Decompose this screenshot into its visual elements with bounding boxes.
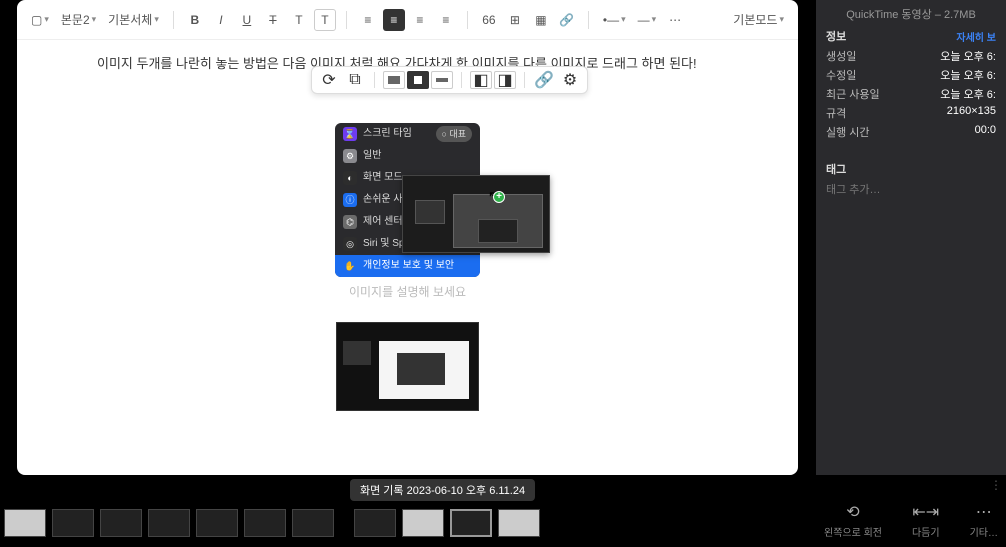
scroll-hint-icon: ⋮ — [990, 478, 1002, 492]
align-center-button[interactable]: ≡ — [383, 9, 405, 31]
more-button[interactable]: ⋯ — [664, 9, 686, 31]
loading-icon[interactable]: ⟳ — [318, 71, 340, 89]
separator — [467, 11, 468, 29]
editor-toolbar: ▢ ▾ 본문2 ▾ 기본서체 ▾ B I U T T T ≡ ≡ ≡ ≡ 66 … — [17, 0, 798, 40]
bold-button[interactable]: B — [184, 9, 206, 31]
settings-item-general[interactable]: ⚙ 일반 — [335, 145, 480, 167]
image-icon: ▢ — [31, 13, 42, 27]
insert-image-dropdown[interactable]: ▢ ▾ — [27, 9, 53, 31]
rotate-left-button[interactable]: ⟲ 왼쪽으로 회전 — [824, 502, 882, 539]
document-body[interactable]: 이미지 두개를 나란히 놓는 방법은 다음 이미지 처럼 해요 가다차게 한 이… — [17, 40, 798, 425]
table-button[interactable]: ▦ — [530, 9, 552, 31]
separator — [346, 11, 347, 29]
info-dimensions: 규격2160×135 — [826, 105, 996, 121]
editor-card: ▢ ▾ 본문2 ▾ 기본서체 ▾ B I U T T T ≡ ≡ ≡ ≡ 66 … — [17, 0, 798, 475]
trim-button[interactable]: ⇤⇥ 다듬기 — [912, 502, 940, 539]
list-ol-button[interactable]: —▾ — [634, 9, 661, 31]
thumbnail-tooltip: 화면 기록 2023-06-10 오후 6.11.24 — [350, 479, 535, 501]
image-slot-2[interactable] — [336, 322, 479, 411]
quick-actions: ⟲ 왼쪽으로 회전 ⇤⇥ 다듬기 ⋯ 기타… — [824, 502, 998, 539]
text-color-button[interactable]: T — [314, 9, 336, 31]
rotate-icon: ⟲ — [824, 502, 882, 522]
accessibility-icon: ⓘ — [343, 193, 357, 207]
screen-time-icon: ⌛ — [343, 127, 357, 141]
file-title: QuickTime 동영상 – 2.7MB — [826, 6, 996, 22]
info-created: 생성일오늘 오후 6: — [826, 48, 996, 64]
chevron-down-icon: ▾ — [44, 14, 49, 25]
inspector-panel: QuickTime 동영상 – 2.7MB 정보 자세히 보 생성일오늘 오후 … — [816, 0, 1006, 475]
wrap-group — [383, 71, 453, 89]
image-settings-button[interactable]: ⚙ — [559, 71, 581, 89]
info-lastused: 최근 사용일오늘 오후 6: — [826, 86, 996, 102]
section-tags-title: 태그 — [826, 161, 846, 177]
dock-thumb[interactable] — [498, 509, 540, 537]
float-group: ◧ ◨ — [470, 71, 516, 89]
dock-thumb[interactable] — [402, 509, 444, 537]
image-caption-placeholder[interactable]: 이미지를 설명해 보세요 — [97, 283, 718, 302]
italic-button[interactable]: I — [210, 9, 232, 31]
image-slot-1[interactable]: ⌛ 스크린 타임 ○ 대표 ⚙ 일반 ◐ 화면 모드 ⓘ 손쉬운 사용 ⌬ — [335, 123, 480, 277]
image-toolbar: ⟳ ⧉ ◧ ◨ 🔗 ⚙ — [311, 66, 588, 94]
chevron-down-icon: ▾ — [154, 14, 159, 25]
quote-button[interactable]: 66 — [478, 9, 500, 31]
separator — [374, 72, 375, 88]
dock-thumb[interactable] — [100, 509, 142, 537]
mode-dropdown[interactable]: 기본모드 ▾ — [729, 9, 788, 31]
more-actions-button[interactable]: ⋯ 기타… — [970, 502, 998, 539]
dock-thumb[interactable] — [450, 509, 492, 537]
dock-thumb[interactable] — [4, 509, 46, 537]
float-left-button[interactable]: ◧ — [470, 71, 492, 89]
wrap-full-button[interactable] — [383, 71, 405, 89]
soft-text-button[interactable]: T — [288, 9, 310, 31]
dock-thumb[interactable] — [52, 509, 94, 537]
trim-icon: ⇤⇥ — [912, 502, 940, 522]
chevron-down-icon: ▾ — [92, 14, 97, 25]
dock-thumb[interactable] — [292, 509, 334, 537]
display-icon: ◐ — [343, 171, 357, 185]
placeholder-icon[interactable]: ⧉ — [344, 71, 366, 89]
settings-item-privacy[interactable]: ✋ 개인정보 보호 및 보안 — [335, 255, 480, 277]
dock-thumb[interactable] — [354, 509, 396, 537]
siri-icon: ◎ — [343, 237, 357, 251]
code-block-button[interactable]: ⊞ — [504, 9, 526, 31]
separator — [524, 72, 525, 88]
dragged-thumbnail — [402, 175, 550, 253]
font-dropdown[interactable]: 기본서체 ▾ — [104, 9, 163, 31]
add-tag-button[interactable]: 태그 추가… — [826, 181, 996, 197]
link-button[interactable]: 🔗 — [556, 9, 578, 31]
representative-badge: ○ 대표 — [436, 126, 473, 142]
align-right-button[interactable]: ≡ — [409, 9, 431, 31]
image-link-button[interactable]: 🔗 — [533, 71, 555, 89]
gear-icon: ⚙ — [343, 149, 357, 163]
dock-thumb[interactable] — [148, 509, 190, 537]
detail-link[interactable]: 자세히 보 — [956, 29, 996, 44]
separator — [588, 11, 589, 29]
hand-icon: ✋ — [343, 259, 357, 273]
align-left-button[interactable]: ≡ — [357, 9, 379, 31]
dock-thumb[interactable] — [196, 509, 238, 537]
chevron-down-icon: ▾ — [779, 14, 784, 25]
separator — [173, 11, 174, 29]
info-duration: 실행 시간00:0 — [826, 124, 996, 140]
more-icon: ⋯ — [970, 502, 998, 522]
paragraph-style-dropdown[interactable]: 본문2 ▾ — [57, 9, 100, 31]
float-right-button[interactable]: ◨ — [494, 71, 516, 89]
wrap-wide-button[interactable] — [431, 71, 453, 89]
cursor-plus-icon: + — [493, 191, 505, 203]
section-info-title: 정보 — [826, 28, 846, 44]
settings-header: ⌛ 스크린 타임 ○ 대표 — [335, 123, 480, 145]
underline-button[interactable]: U — [236, 9, 258, 31]
sliders-icon: ⌬ — [343, 215, 357, 229]
dock-thumb[interactable] — [244, 509, 286, 537]
separator — [461, 72, 462, 88]
wrap-center-button[interactable] — [407, 71, 429, 89]
list-ul-button[interactable]: •—▾ — [599, 9, 630, 31]
info-modified: 수정일오늘 오후 6: — [826, 67, 996, 83]
align-justify-button[interactable]: ≡ — [435, 9, 457, 31]
strike-button[interactable]: T — [262, 9, 284, 31]
